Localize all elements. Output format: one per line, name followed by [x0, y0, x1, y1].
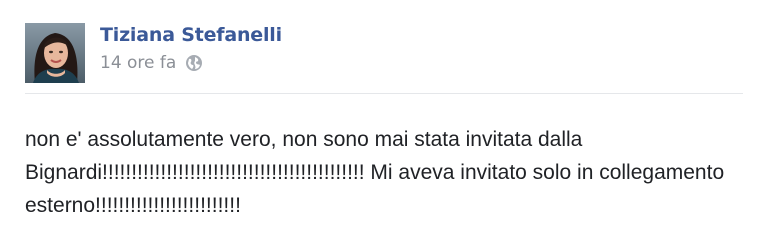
post-body: non e' assolutamente vero, non sono mai …	[25, 123, 750, 222]
avatar[interactable]	[25, 23, 85, 83]
facebook-post: Tiziana Stefanelli 14 ore fa non e' asso…	[0, 0, 767, 244]
post-body-line: esterno!!!!!!!!!!!!!!!!!!!!!!!!!	[25, 194, 241, 217]
post-body-line: non e' assolutamente vero, non sono mai …	[25, 128, 583, 151]
header-divider	[25, 93, 743, 94]
author-name-link[interactable]: Tiziana Stefanelli	[100, 23, 282, 47]
profile-photo-icon	[25, 23, 85, 83]
post-meta: 14 ore fa	[100, 51, 204, 75]
timestamp-link[interactable]: 14 ore fa	[100, 51, 176, 75]
globe-icon[interactable]	[184, 53, 204, 73]
post-body-line: Bignardi!!!!!!!!!!!!!!!!!!!!!!!!!!!!!!!!…	[25, 161, 725, 184]
